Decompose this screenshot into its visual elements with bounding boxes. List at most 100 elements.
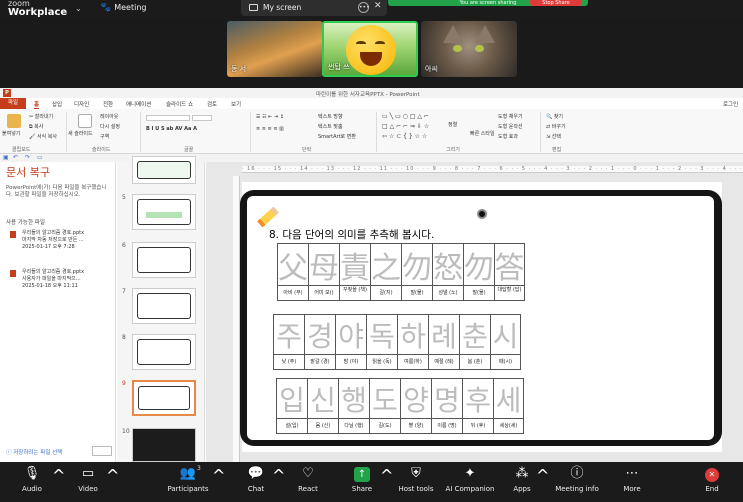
- big-char: 명: [432, 379, 462, 419]
- tab-transitions[interactable]: 전환: [103, 100, 113, 108]
- smartart-button[interactable]: SmartArt로 변환: [318, 133, 356, 140]
- meeting-label: Meeting: [114, 3, 147, 12]
- cut-button[interactable]: ✂ 잘라내기: [29, 113, 53, 120]
- my-screen-pill[interactable]: My screen ••• ✕: [241, 0, 387, 16]
- which-file-link[interactable]: ⓘ 저장하려는 파일 선택: [6, 448, 62, 456]
- close-recovery-button[interactable]: [92, 446, 112, 456]
- tab-insert[interactable]: 삽입: [52, 100, 62, 108]
- meaning: 뒤 (후): [470, 423, 486, 429]
- reset-button[interactable]: 다시 설정: [100, 123, 120, 130]
- shape-effects-button[interactable]: 도형 효과: [498, 133, 518, 140]
- slide-thumb-4[interactable]: [132, 156, 196, 184]
- shape-outline-button[interactable]: 도형 윤곽선: [498, 123, 523, 130]
- end-meeting-button[interactable]: ✕ End: [682, 466, 742, 493]
- recovery-heading: 문서 복구: [6, 166, 50, 179]
- slide-thumb-5[interactable]: [132, 194, 196, 230]
- pptx-file-icon: [10, 270, 16, 277]
- tab-view[interactable]: 보기: [231, 100, 241, 108]
- tab-file[interactable]: 파일: [0, 98, 26, 109]
- font-name-box[interactable]: [146, 115, 190, 121]
- shape-fill-button[interactable]: 도형 채우기: [498, 113, 523, 120]
- slide-thumb-8[interactable]: [132, 334, 196, 370]
- align-text-button[interactable]: 텍스트 맞춤: [318, 123, 343, 130]
- tab-review[interactable]: 검토: [207, 100, 217, 108]
- char-cell: 주낮 (주): [273, 314, 304, 370]
- arrange-button[interactable]: 정렬: [448, 121, 457, 128]
- find-button[interactable]: 🔍 찾기: [546, 113, 563, 120]
- layout-button[interactable]: 레이아웃: [100, 113, 118, 120]
- tab-home[interactable]: 홈: [34, 100, 40, 109]
- participants-options-chevron-icon[interactable]: ^: [212, 466, 225, 485]
- chevron-down-icon[interactable]: ⌄: [75, 4, 82, 13]
- pptx-file-icon: [10, 231, 16, 238]
- char-cell: 명이름 (명): [431, 378, 462, 434]
- char-cell: 춘봄 (춘): [459, 314, 490, 370]
- close-icon[interactable]: ✕: [374, 1, 382, 11]
- font-format-buttons[interactable]: B I U S ab AV Aa A: [146, 126, 197, 132]
- paste-icon[interactable]: [7, 114, 21, 128]
- slide-thumb-9[interactable]: [132, 380, 196, 416]
- char-cell: 야밤 (야): [335, 314, 366, 370]
- font-size-box[interactable]: [192, 115, 212, 121]
- stop-share-button[interactable]: Stop Share: [530, 0, 582, 6]
- meaning: 여름(하): [404, 359, 422, 365]
- shapes-gallery-row2[interactable]: □ △ ⌐ ⌐ ⇒ ⇩ ☆: [382, 123, 429, 130]
- select-label: 선택: [551, 134, 561, 140]
- meaning: 말(물): [472, 290, 486, 296]
- tab-animations[interactable]: 애니메이션: [126, 100, 151, 108]
- section-button[interactable]: 구역: [100, 133, 109, 140]
- shapes-gallery-row3[interactable]: ⇦ ☆ ⊂ { } ☆ ☆: [382, 133, 427, 140]
- char-cell: 之 갈(지): [370, 243, 401, 301]
- char-cell: 례 예절 (례): [428, 314, 459, 370]
- copy-button[interactable]: ⧉ 복사: [29, 123, 43, 130]
- save-icon[interactable]: ▣: [3, 154, 9, 161]
- replace-button[interactable]: ⇄ 바꾸기: [546, 123, 566, 130]
- undo-icon[interactable]: ↶: [13, 154, 18, 161]
- host-tools-button[interactable]: ⛨ Host tools: [386, 466, 446, 493]
- group-slides: 슬라이드: [92, 147, 111, 153]
- format-painter-button[interactable]: 🖌 서식 복사: [29, 133, 57, 140]
- apps-options-chevron-icon[interactable]: ^: [536, 466, 549, 485]
- participant-video-2[interactable]: 썬탑 쓰: [322, 21, 418, 77]
- start-slideshow-icon[interactable]: ▭: [37, 154, 43, 161]
- meeting-info-button[interactable]: ⓘ Meeting info: [547, 466, 607, 493]
- redo-icon[interactable]: ↷: [25, 154, 30, 161]
- shapes-gallery[interactable]: ▭ ╲ ▭ ○ □ △ ⌐: [382, 113, 429, 120]
- document-recovery-pane: 문서 복구 PowerPoint에(가) 다음 파일을 복구했습니다. 보관할 …: [0, 162, 116, 462]
- quick-styles-button[interactable]: 빠른 스타일: [470, 130, 495, 137]
- meeting-menu[interactable]: 🐾 Meeting: [100, 3, 146, 13]
- slide-thumb-10[interactable]: [132, 428, 196, 462]
- align-buttons[interactable]: ≡ ≡ ≡ ≡ ▥: [256, 126, 284, 132]
- horizontal-ruler: · 16 · · · 15 · · · 14 · · · 13 · · · 12…: [242, 166, 743, 173]
- slide-thumb-7[interactable]: [132, 288, 196, 324]
- group-font: 글꼴: [184, 147, 194, 153]
- meaning: 어미 모(): [314, 290, 334, 296]
- participants-count: 3: [197, 465, 201, 472]
- more-button[interactable]: ⋯ More: [602, 466, 662, 493]
- participant-video-1[interactable]: 동 서: [227, 21, 323, 77]
- participant-video-3[interactable]: 아씨: [421, 21, 517, 77]
- zoom-meeting-toolbar: 🎙 Audio ^ ▭ Video ^ 👥 Participants 3 ^ 💬…: [0, 462, 743, 502]
- new-slide-icon[interactable]: [78, 114, 92, 128]
- select-button[interactable]: ⇲ 선택: [546, 133, 561, 140]
- paragraph-buttons[interactable]: ☰ ☷ ⇤ ⇥ ↕: [256, 114, 284, 120]
- sign-in-link[interactable]: 로그인: [723, 100, 738, 108]
- participants-button[interactable]: 👥 Participants: [158, 466, 218, 493]
- text-direction-button[interactable]: 텍스트 방향: [318, 113, 343, 120]
- tab-slideshow[interactable]: 슬라이드 쇼: [166, 100, 193, 108]
- meaning: 이름 (명): [437, 423, 457, 429]
- apps-label: Apps: [513, 485, 531, 493]
- new-slide-button[interactable]: 새 슬라이드: [68, 130, 93, 137]
- big-char: 勿: [464, 244, 494, 286]
- video-options-chevron-icon[interactable]: ^: [106, 466, 119, 485]
- more-options-icon[interactable]: •••: [358, 2, 370, 13]
- slide-thumb-6[interactable]: [132, 242, 196, 278]
- react-button[interactable]: ♡ React: [278, 466, 338, 493]
- slide-number: 8: [122, 334, 126, 341]
- host-tools-label: Host tools: [398, 485, 434, 493]
- meaning: 다닐 (행): [344, 423, 364, 429]
- participant-name: 동 서: [231, 65, 247, 73]
- tab-design[interactable]: 디자인: [74, 100, 89, 108]
- paste-button[interactable]: 붙여넣기: [2, 130, 20, 137]
- share-label: Share: [351, 485, 373, 493]
